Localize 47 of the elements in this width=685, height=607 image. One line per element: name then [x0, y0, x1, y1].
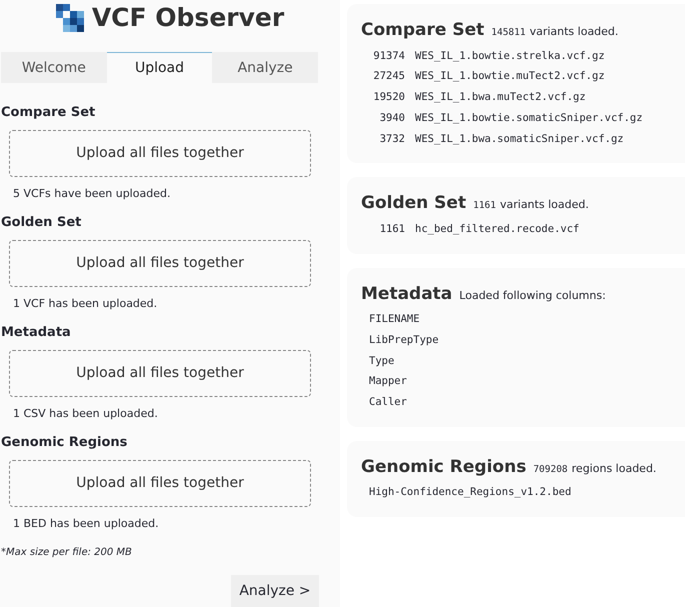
upload-dropzone[interactable]: Upload all files together: [9, 240, 311, 286]
card-caption: variants loaded.: [500, 197, 589, 214]
section-heading: Metadata: [1, 324, 72, 342]
card-caption: regions loaded.: [572, 460, 656, 477]
tab[interactable]: Welcome: [1, 52, 107, 83]
variant-count: 3940: [378, 110, 405, 126]
variant-count: 91374: [372, 48, 405, 64]
file-name: Type: [369, 354, 394, 368]
app-title: VCF Observer: [92, 2, 284, 34]
total-count: 1161: [473, 199, 496, 214]
file-name: hc_bed_filtered.recode.vcf: [415, 222, 580, 237]
file-name: WES_IL_1.bowtie.strelka.vcf.gz: [415, 48, 605, 64]
card-title: Compare Set: [361, 19, 484, 42]
file-name: WES_IL_1.bowtie.muTect2.vcf.gz: [415, 69, 605, 84]
file-name: WES_IL_1.bwa.muTect2.vcf.gz: [415, 90, 586, 105]
card-title: Metadata: [361, 282, 452, 306]
variant-count: 1161: [378, 222, 405, 237]
section-heading: Golden Set: [1, 214, 82, 232]
total-count: 145811: [491, 26, 526, 40]
upload-dropzone[interactable]: Upload all files together: [9, 460, 311, 506]
file-name: WES_IL_1.bwa.somaticSniper.vcf.gz: [415, 132, 624, 146]
file-name: Caller: [369, 395, 407, 410]
card-title: Genomic Regions: [361, 456, 526, 479]
upload-status: 1 VCF has been uploaded.: [13, 296, 158, 312]
upload-dropzone[interactable]: Upload all files together: [9, 130, 311, 176]
variant-count: 3732: [378, 132, 405, 146]
variant-count: 27245: [372, 69, 405, 84]
section-heading: Compare Set: [1, 104, 96, 122]
upload-status: 1 BED has been uploaded.: [13, 516, 160, 532]
upload-status: 5 VCFs have been uploaded.: [13, 186, 172, 202]
upload-dropzone[interactable]: Upload all files together: [9, 350, 311, 396]
card-caption: Loaded following columns:: [459, 288, 606, 304]
file-name: WES_IL_1.bowtie.somaticSniper.vcf.gz: [415, 110, 643, 126]
section-heading: Genomic Regions: [1, 434, 128, 452]
tab[interactable]: Analyze: [212, 52, 318, 83]
file-name: High-Confidence_Regions_v1.2.bed: [369, 485, 572, 500]
size-note: *Max size per file: 200 MB: [1, 546, 133, 560]
card-caption: variants loaded.: [530, 24, 618, 40]
logo-icon: [56, 4, 84, 32]
file-name: FILENAME: [369, 312, 420, 327]
upload-status: 1 CSV has been uploaded.: [13, 406, 159, 422]
variant-count: 19520: [372, 90, 405, 105]
file-name: Mapper: [369, 374, 407, 390]
card-title: Golden Set: [361, 192, 466, 216]
file-name: LibPrepType: [369, 332, 439, 348]
analyze-button[interactable]: Analyze >: [231, 575, 319, 607]
total-count: 709208: [533, 462, 568, 477]
